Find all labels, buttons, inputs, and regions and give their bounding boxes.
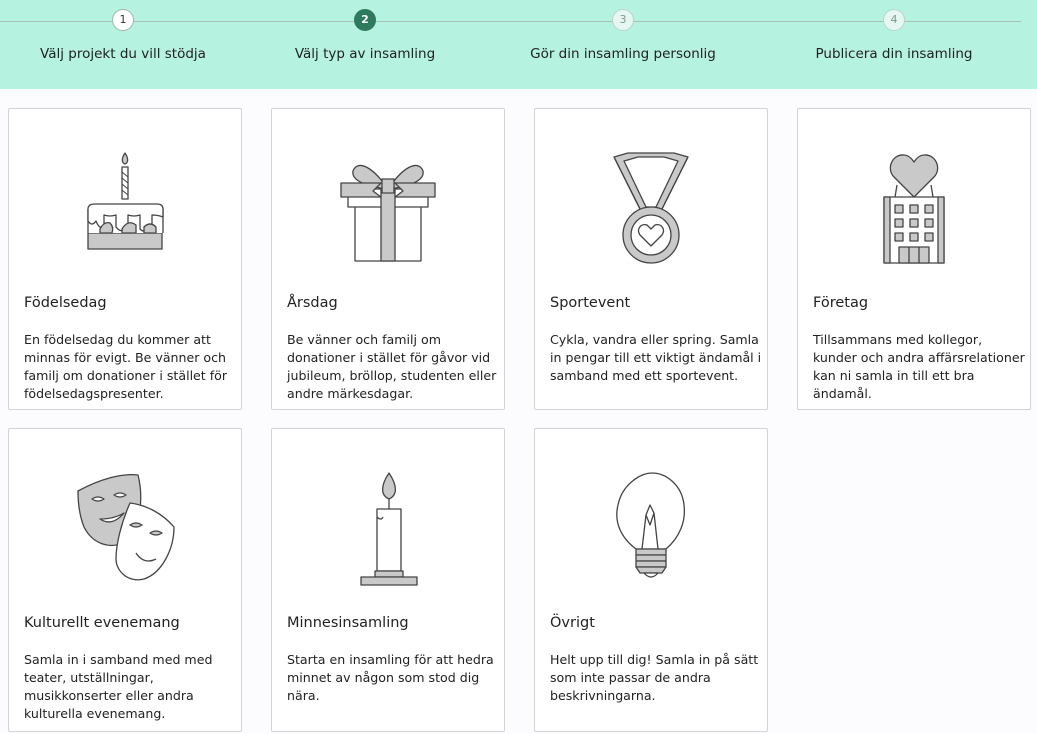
step-4: 4 Publicera din insamling — [764, 9, 1024, 62]
card-description: En födelsedag du kommer att minnas för e… — [24, 332, 228, 401]
card-title: Sportevent — [550, 295, 631, 311]
card-title: Minnesinsamling — [287, 615, 409, 631]
card-birthday[interactable]: Födelsedag En födelsedag du kommer att m… — [8, 108, 242, 410]
step-2-number: 2 — [354, 9, 376, 31]
candle-icon — [333, 469, 443, 589]
step-1[interactable]: 1 Välj projekt du vill stödja — [0, 9, 253, 62]
card-other[interactable]: Övrigt Helt upp till dig! Samla in på sä… — [534, 428, 768, 732]
step-2[interactable]: 2 Välj typ av insamling — [235, 9, 495, 62]
card-anniversary[interactable]: Årsdag Be vänner och familj om donatione… — [271, 108, 505, 410]
medal-icon — [596, 149, 706, 269]
step-3-number: 3 — [612, 9, 634, 31]
step-3: 3 Gör din insamling personlig — [493, 9, 753, 62]
card-description: Helt upp till dig! Samla in på sätt som … — [550, 652, 759, 703]
step-1-label: Välj projekt du vill stödja — [40, 46, 206, 62]
card-description: Tillsammans med kollegor, kunder och and… — [813, 332, 1025, 401]
card-memorial[interactable]: Minnesinsamling Starta en insamling för … — [271, 428, 505, 732]
step-2-label: Välj typ av insamling — [294, 46, 436, 62]
card-company[interactable]: Företag Tillsammans med kollegor, kunder… — [797, 108, 1031, 410]
card-sport-event[interactable]: Sportevent Cykla, vandra eller spring. S… — [534, 108, 768, 410]
step-1-number: 1 — [112, 9, 134, 31]
card-title: Årsdag — [287, 295, 338, 311]
card-title: Övrigt — [550, 615, 595, 631]
card-description: Be vänner och familj om donationer i stä… — [287, 332, 497, 401]
gift-icon — [333, 149, 443, 269]
step-3-label: Gör din insamling personlig — [530, 46, 716, 62]
progress-stepper: 1 Välj projekt du vill stödja 2 Välj typ… — [0, 0, 1037, 89]
lightbulb-icon — [596, 469, 706, 589]
birthday-cake-icon — [70, 149, 180, 269]
card-title: Kulturellt evenemang — [24, 615, 180, 631]
step-4-number: 4 — [883, 9, 905, 31]
step-4-label: Publicera din insamling — [815, 46, 973, 62]
office-building-icon — [859, 149, 969, 269]
theater-masks-icon — [70, 469, 180, 589]
card-title: Födelsedag — [24, 295, 107, 311]
card-title: Företag — [813, 295, 869, 311]
card-description: Starta en insamling för att hedra minnet… — [287, 652, 494, 703]
card-cultural-event[interactable]: Kulturellt evenemang Samla in i samband … — [8, 428, 242, 732]
card-description: Samla in i samband med med teater, utstä… — [24, 652, 213, 721]
card-description: Cykla, vandra eller spring. Samla in pen… — [550, 332, 762, 383]
